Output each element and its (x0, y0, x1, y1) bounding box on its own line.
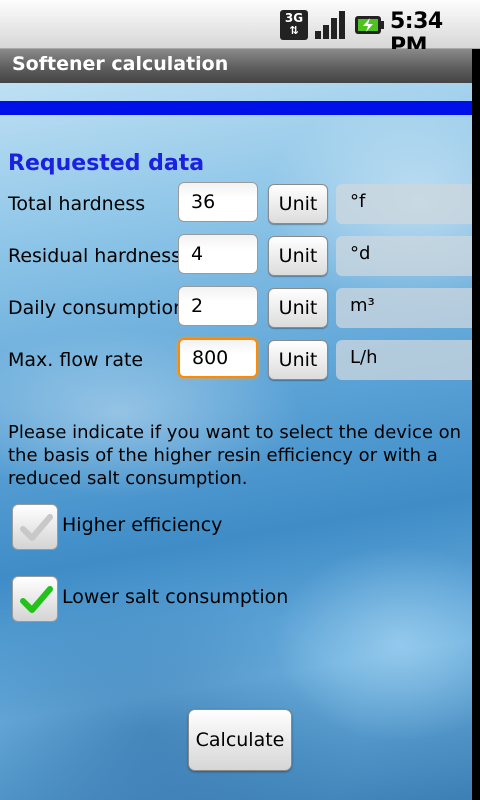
max-flow-rate-label: Max. flow rate (8, 349, 144, 371)
section-title: Requested data (8, 151, 205, 176)
higher-efficiency-label: Higher efficiency (62, 514, 223, 536)
daily-consumption-label: Daily consumption (8, 297, 186, 319)
app-title: Softener calculation (12, 53, 229, 75)
header-stripe (0, 101, 472, 115)
screen-edge (472, 49, 480, 800)
daily-consumption-unit-value: m³ (336, 288, 472, 328)
app-screen: 3G ⇅ 5:34 PM Softener calculation Reques… (0, 0, 480, 800)
network-type-label: 3G (284, 11, 304, 25)
selection-instructions: Please indicate if you want to select th… (8, 422, 462, 489)
lower-salt-label: Lower salt consumption (62, 586, 289, 608)
residual-hardness-input[interactable] (178, 234, 258, 274)
max-flow-rate-unit-button[interactable]: Unit (268, 340, 328, 380)
max-flow-rate-unit-value: L/h (336, 340, 472, 380)
total-hardness-unit-button[interactable]: Unit (268, 184, 328, 224)
status-bar: 3G ⇅ 5:34 PM (0, 0, 480, 59)
daily-consumption-input[interactable] (178, 286, 258, 326)
total-hardness-label: Total hardness (8, 193, 146, 215)
higher-efficiency-checkbox[interactable] (12, 504, 58, 550)
lower-salt-checkbox[interactable] (12, 576, 58, 622)
residual-hardness-unit-button[interactable]: Unit (268, 236, 328, 276)
residual-hardness-label: Residual hardness (8, 245, 182, 267)
calculate-button[interactable]: Calculate (188, 709, 292, 771)
title-bar: Softener calculation (0, 49, 472, 83)
network-3g-icon: 3G ⇅ (280, 10, 308, 40)
residual-hardness-unit-value: °d (336, 236, 472, 276)
total-hardness-input[interactable] (178, 182, 258, 222)
checkmark-inactive-icon (20, 514, 53, 541)
daily-consumption-unit-button[interactable]: Unit (268, 288, 328, 328)
max-flow-rate-input[interactable] (178, 338, 258, 378)
checkmark-active-icon (20, 586, 53, 613)
content-area: Requested data Total hardness Unit °f Re… (0, 83, 472, 800)
signal-strength-icon (315, 11, 345, 39)
total-hardness-unit-value: °f (336, 184, 472, 224)
data-arrows-icon: ⇅ (289, 24, 299, 37)
battery-charging-icon (355, 16, 384, 34)
